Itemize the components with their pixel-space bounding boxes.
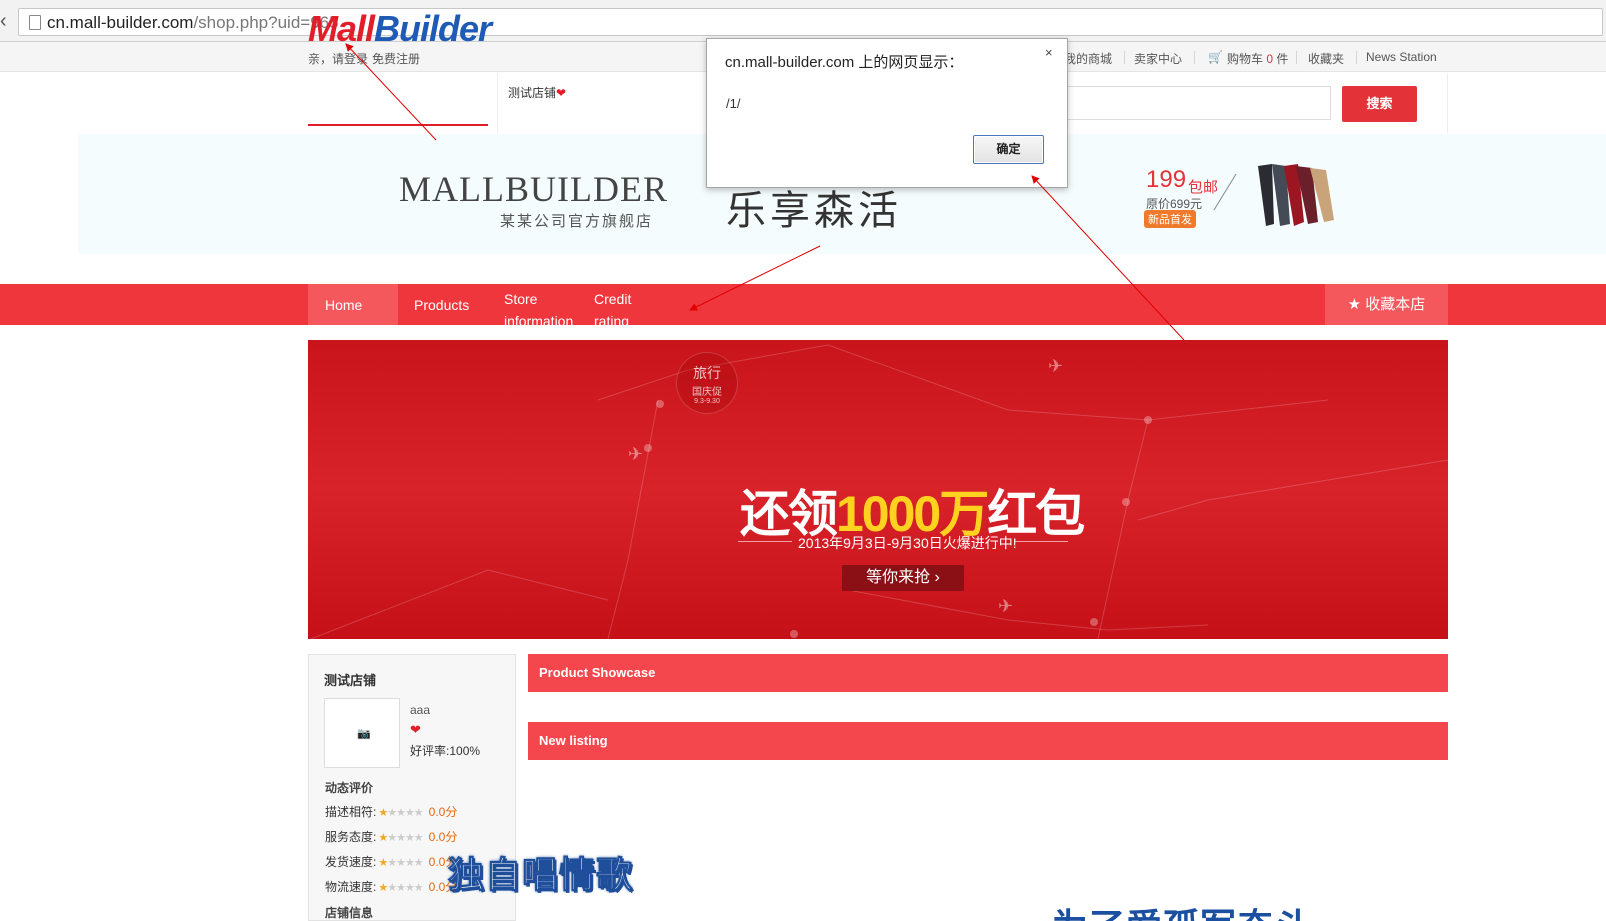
news-station-link[interactable]: News Station [1366,50,1437,64]
url-text: cn.mall-builder.com/shop.php?uid=965 [47,13,339,33]
svg-text:✈: ✈ [1048,356,1063,377]
my-mall-link[interactable]: 我的商城 [1064,50,1112,67]
shop-name[interactable]: 测试店铺❤ [508,84,566,101]
nav-products[interactable]: Products [414,284,502,325]
rating-label: 发货速度: [325,855,377,869]
good-rate-value: 100% [449,744,481,758]
divider [1296,51,1297,64]
divider [1447,73,1448,133]
seller-center-link[interactable]: 卖家中心 [1134,50,1182,67]
rating-label: 物流速度: [325,880,377,894]
mallbuilder-logo[interactable]: MallBuilder [308,8,492,52]
url-domain: cn.mall-builder.com [47,13,194,32]
good-rate: 好评率:100% [410,742,480,759]
dialog-close-icon[interactable]: × [1045,45,1053,60]
promo-cta-button[interactable]: 等你来抢 › [842,565,964,591]
star-icon: ★ [1347,296,1362,313]
divider [1356,51,1357,64]
promo-price: 199 [1146,166,1187,193]
favorite-store-button[interactable]: ★ 收藏本店 [1325,284,1448,325]
search-button[interactable]: 搜索 [1342,86,1417,122]
rating-score: 0.0分 [428,805,458,819]
heart-icon: ❤ [556,86,567,100]
seller-name[interactable]: aaa [410,703,430,717]
register-link[interactable]: 免费注册 [372,50,420,67]
cart-label: 购物车 [1227,52,1264,66]
dialog-ok-button[interactable]: 确定 [973,135,1044,164]
divider [738,541,792,542]
nav-home[interactable]: Home [308,284,398,325]
banner-brand: MALLBUILDER [399,169,668,209]
store-info-heading: 店铺信息 [325,906,374,920]
sidebar-shop-title: 测试店铺 [324,673,377,688]
rating-stars-icon: ★★★★★ [378,857,423,869]
heart-icon: ❤ [410,722,421,737]
badge-line3: 9.3-9.30 [694,398,720,405]
rating-score: 0.0分 [428,830,458,844]
dialog-title: cn.mall-builder.com 上的网页显示： [725,54,964,71]
rating-label: 描述相符: [325,805,377,819]
login-link[interactable]: 亲，请登录 [308,50,368,67]
nav-credit-rating[interactable]: Credit rating [594,284,654,325]
video-caption-2: 为了爱孤军奋斗 [1052,898,1311,921]
page-icon [29,15,41,30]
travel-badge: 旅行 国庆促 9.3-9.30 [676,352,738,414]
product-showcase-header: Product Showcase [528,654,1448,692]
promo-slash [1213,173,1237,211]
badge-line2: 国庆促 [692,387,722,398]
logo-mall: Mall [308,8,375,49]
shop-name-text: 测试店铺 [508,86,557,100]
dynamic-rating-title: 动态评价 [325,781,374,795]
camera-icon: 📷 [357,728,371,740]
rating-row: 描述相符: ★★★★★ 0.0分 [325,803,505,820]
back-arrow-icon[interactable]: ‹ [0,10,14,33]
nav-store-information[interactable]: Store information [504,284,586,325]
favorites-link[interactable]: 收藏夹 [1308,50,1344,67]
logo-underline [308,124,488,126]
cart-link[interactable]: 购物车 0 件 [1227,50,1288,67]
divider [1014,541,1068,542]
cart-icon: 🛒 [1208,50,1223,64]
promo-new-badge: 新品首发 [1144,210,1196,228]
rating-row: 服务态度: ★★★★★ 0.0分 [325,828,505,845]
rating-stars-icon: ★★★★★ [378,832,423,844]
pants-image [1258,164,1334,226]
dialog-message: /1/ [726,96,741,111]
svg-text:✈: ✈ [628,444,643,465]
divider [1124,51,1125,64]
logo-builder: Builder [374,8,492,49]
banner-subtitle: 某某公司官方旗舰店 [500,213,654,230]
favorite-store-label: 收藏本店 [1365,296,1426,313]
rating-label: 服务态度: [325,830,377,844]
rating-stars-icon: ★★★★★ [378,882,423,894]
new-listing-header: New listing [528,722,1448,760]
good-rate-label: 好评率: [410,744,450,758]
address-bar[interactable]: cn.mall-builder.com/shop.php?uid=965 [18,8,1603,36]
promo-date: 2013年9月3日-9月30日火爆进行中! [798,535,1017,551]
divider [497,73,498,133]
divider [1194,51,1195,64]
search-input[interactable] [1056,86,1331,120]
video-caption: 独自唱情歌 [447,854,634,896]
cart-unit: 件 [1276,52,1289,66]
cart-count: 0 [1266,52,1274,66]
badge-line1: 旅行 [693,365,721,381]
rating-stars-icon: ★★★★★ [378,807,423,819]
svg-text:✈: ✈ [998,596,1013,617]
